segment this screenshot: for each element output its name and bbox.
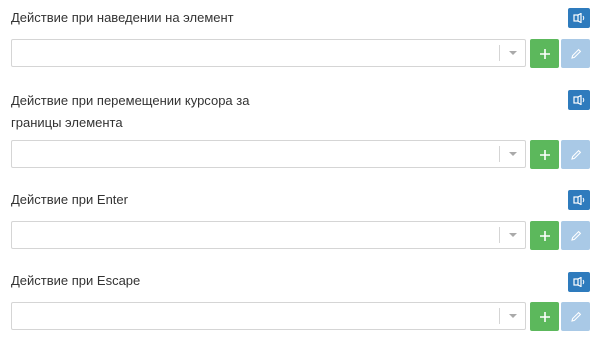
hover-action-label: Действие при наведении на элемент bbox=[11, 10, 234, 25]
mouse-leave-action-select[interactable] bbox=[11, 140, 526, 168]
hover-action-info-button[interactable] bbox=[568, 8, 590, 28]
chevron-down-icon bbox=[509, 152, 517, 156]
mouse-leave-action-add-button[interactable] bbox=[530, 140, 559, 169]
escape-action-info-button[interactable] bbox=[568, 272, 590, 292]
plus-icon bbox=[539, 149, 550, 160]
info-speaker-icon bbox=[573, 95, 585, 105]
enter-action-label: Действие при Enter bbox=[11, 192, 128, 207]
pencil-icon bbox=[570, 311, 581, 322]
info-speaker-icon bbox=[573, 195, 585, 205]
pencil-icon bbox=[570, 149, 581, 160]
plus-icon bbox=[539, 48, 550, 59]
pencil-icon bbox=[570, 48, 581, 59]
select-separator bbox=[499, 308, 500, 324]
select-separator bbox=[499, 45, 500, 61]
hover-action-edit-button[interactable] bbox=[561, 39, 590, 68]
mouse-leave-action-field: Действие при перемещении курсора за гран… bbox=[0, 80, 601, 180]
mouse-leave-action-info-button[interactable] bbox=[568, 90, 590, 110]
chevron-down-icon bbox=[509, 314, 517, 318]
enter-action-add-button[interactable] bbox=[530, 221, 559, 250]
enter-action-info-button[interactable] bbox=[568, 190, 590, 210]
plus-icon bbox=[539, 230, 550, 241]
select-separator bbox=[499, 146, 500, 162]
select-separator bbox=[499, 227, 500, 243]
info-speaker-icon bbox=[573, 277, 585, 287]
hover-action-field: Действие при наведении на элемент bbox=[0, 0, 601, 80]
chevron-down-icon bbox=[509, 233, 517, 237]
escape-action-add-button[interactable] bbox=[530, 302, 559, 331]
chevron-down-icon bbox=[509, 51, 517, 55]
mouse-leave-action-label: Действие при перемещении курсора за гран… bbox=[11, 93, 250, 130]
escape-action-select[interactable] bbox=[11, 302, 526, 330]
info-speaker-icon bbox=[573, 13, 585, 23]
escape-action-edit-button[interactable] bbox=[561, 302, 590, 331]
escape-action-label: Действие при Escape bbox=[11, 273, 141, 288]
hover-action-select[interactable] bbox=[11, 39, 526, 67]
escape-action-field: Действие при Escape bbox=[0, 260, 601, 338]
hover-action-add-button[interactable] bbox=[530, 39, 559, 68]
pencil-icon bbox=[570, 230, 581, 241]
mouse-leave-action-edit-button[interactable] bbox=[561, 140, 590, 169]
enter-action-field: Действие при Enter bbox=[0, 180, 601, 260]
enter-action-select[interactable] bbox=[11, 221, 526, 249]
plus-icon bbox=[539, 311, 550, 322]
enter-action-edit-button[interactable] bbox=[561, 221, 590, 250]
